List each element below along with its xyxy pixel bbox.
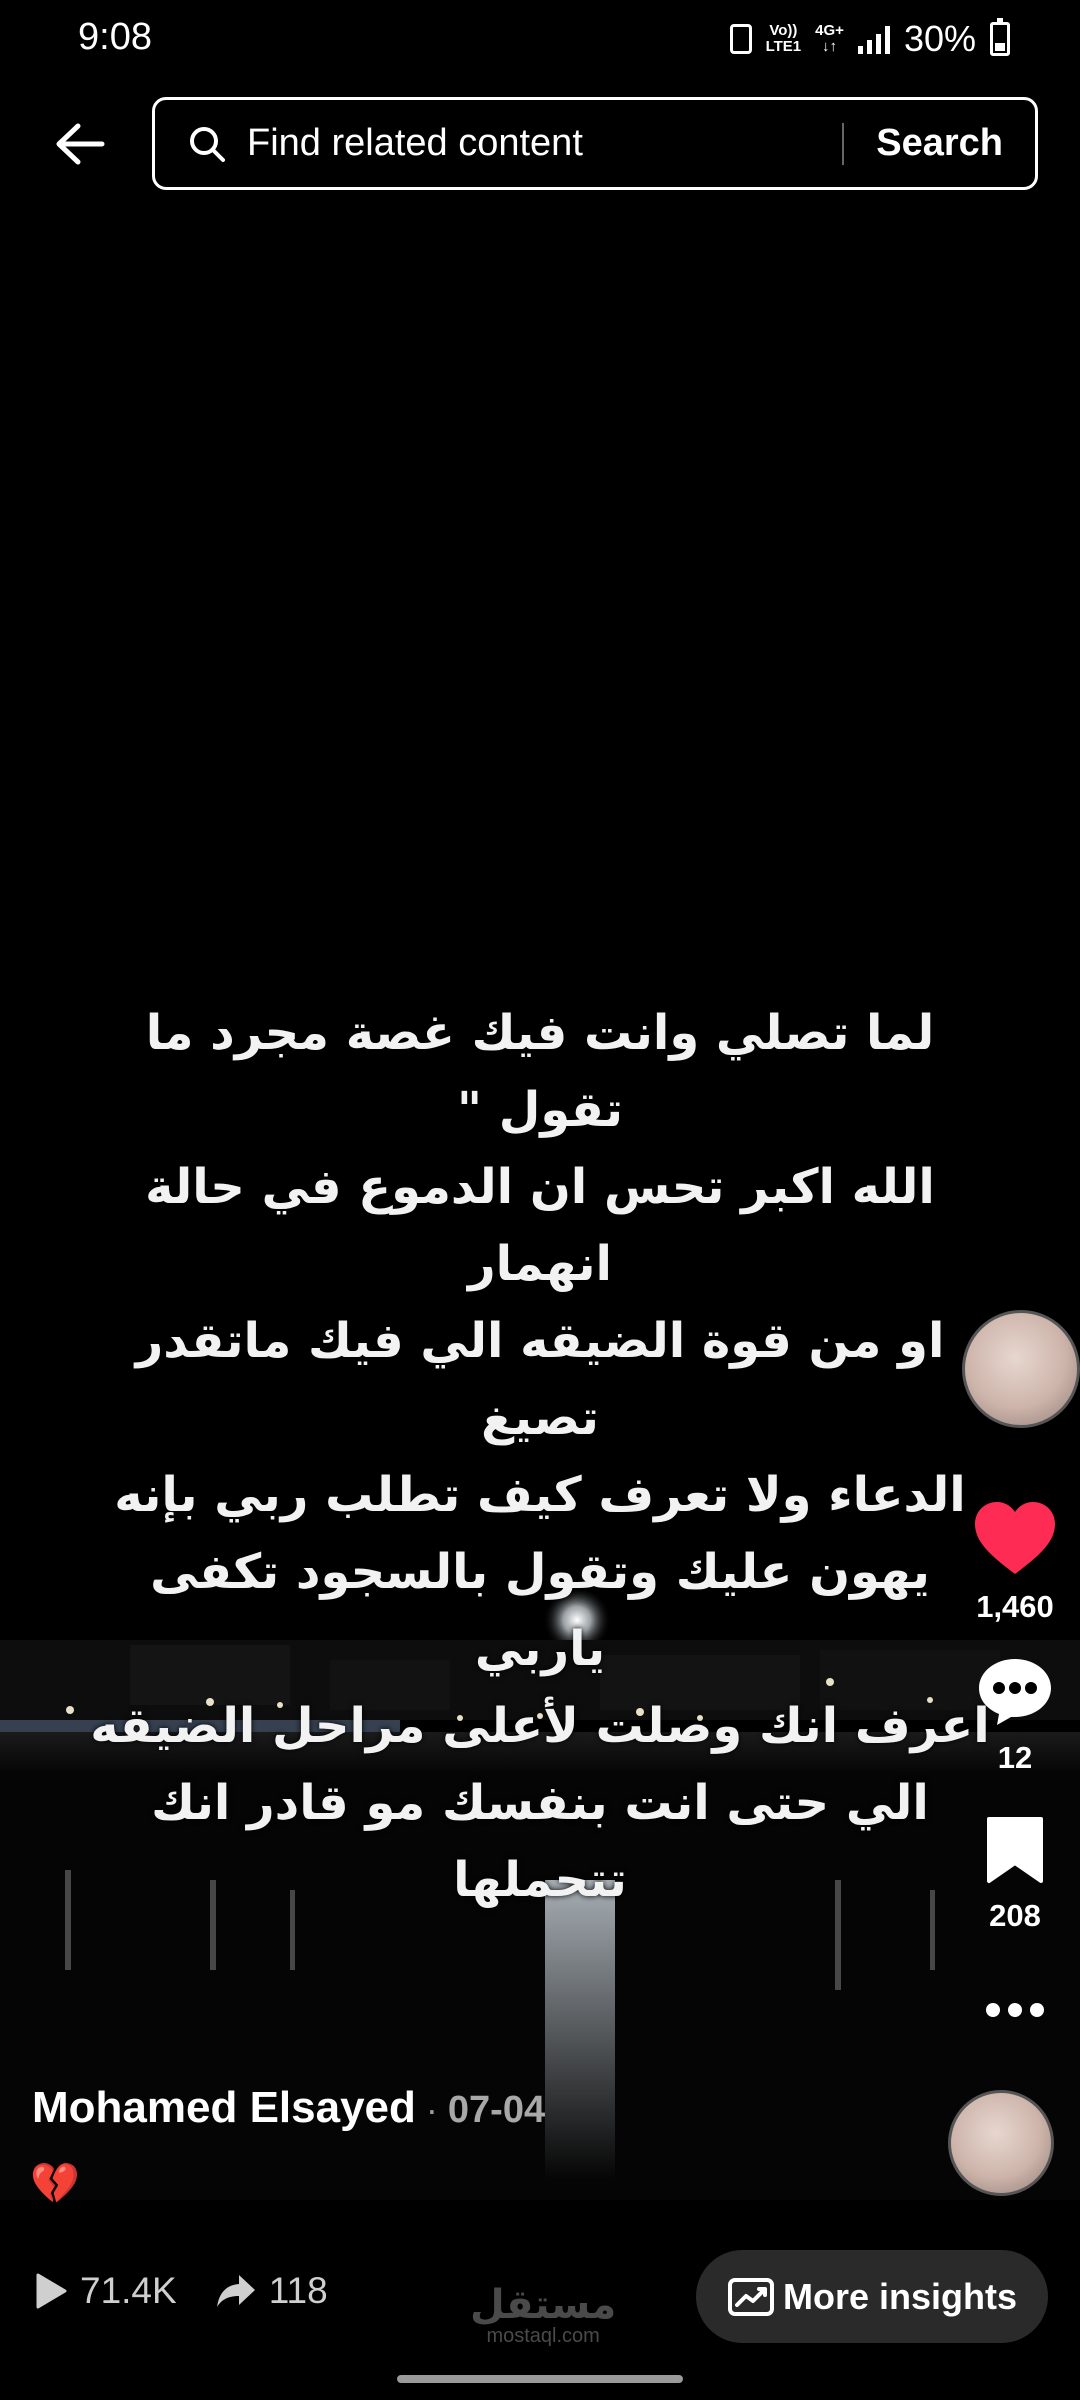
more-insights-label: More insights (782, 2275, 1018, 2317)
status-bar: 9:08 Vo)) LTE1 4G+ ↓↑ 30% (0, 0, 1080, 80)
watermark-latin: mostaql.com (486, 2325, 600, 2347)
post-description: 💔 (30, 2161, 80, 2207)
battery-percent: 30% (903, 18, 976, 59)
heart-icon (975, 1502, 1055, 1574)
author-row: Mohamed Elsayed · 07-04 (32, 2083, 545, 2133)
battery-icon (990, 18, 1010, 56)
caption-line: تتحملها (453, 1852, 627, 1908)
plays-stat: 71.4K (34, 2270, 177, 2312)
comment-count: 12 (997, 1740, 1033, 1775)
signal-icon (857, 24, 890, 54)
caption-line: الدعاء ولا تعرف كيف تطلب ربي بإنه (114, 1467, 966, 1523)
data-top: 4G+ (815, 22, 844, 39)
search-input[interactable]: Find related content (247, 122, 842, 165)
play-icon (36, 2273, 67, 2309)
trend-chart-icon (727, 2277, 774, 2316)
bookmark-icon (987, 1817, 1043, 1883)
status-icons: Vo)) LTE1 4G+ ↓↑ 30% (729, 18, 1010, 60)
back-arrow-icon (56, 123, 105, 165)
sync-icon (729, 24, 752, 54)
shares-stat: 118 (215, 2270, 328, 2312)
status-time: 9:08 (78, 16, 152, 58)
home-indicator[interactable] (397, 2375, 683, 2383)
post-date: 07-04 (447, 2089, 546, 2131)
caption-line: او من قوة الضيقه الي فيك ماتقدر تصيغ (135, 1313, 945, 1446)
caption-line: الله اكبر تحس ان الدموع في حالة انهمار (145, 1159, 935, 1292)
search-divider (842, 122, 845, 165)
network-top: Vo)) (769, 22, 798, 39)
data-bottom: ↓↑ (822, 38, 838, 55)
caption-line: لما تصلي وانت فيك غصة مجرد ما تقول " (145, 1005, 935, 1138)
network-bottom: LTE1 (765, 38, 802, 55)
caption-line: اعرف انك وصلت لأعلى مراحل الضيقه (90, 1698, 990, 1754)
search-icon (190, 126, 225, 162)
bookmark-button[interactable]: 208 (950, 1815, 1080, 1934)
search-button[interactable]: Search (876, 122, 1003, 165)
like-count: 1,460 (976, 1589, 1054, 1624)
more-dots-icon (986, 2003, 1044, 2017)
comment-icon (979, 1659, 1051, 1725)
avatar[interactable] (948, 2090, 1054, 2196)
bookmark-count: 208 (989, 1898, 1041, 1933)
more-insights-button[interactable]: More insights (696, 2250, 1048, 2343)
like-button[interactable]: 1,460 (950, 1500, 1080, 1625)
back-button[interactable] (44, 108, 116, 180)
caption-line: الي حتى انت بنفسك مو قادر انك (151, 1775, 929, 1831)
watermark-arabic: مستقل (470, 2282, 617, 2328)
share-count: 118 (268, 2270, 328, 2311)
author-name[interactable]: Mohamed Elsayed (32, 2083, 416, 2133)
separator: · (425, 2089, 438, 2130)
video-player[interactable]: لما تصلي وانت فيك غصة مجرد ما تقول " الل… (0, 200, 1080, 2200)
watermark: مستقل mostaql.com (470, 2285, 616, 2348)
data-indicator: 4G+ ↓↑ (815, 23, 844, 55)
search-bar[interactable]: Find related content Search (152, 97, 1038, 190)
video-caption: لما تصلي وانت فيك غصة مجرد ما تقول " الل… (90, 995, 990, 1919)
caption-line: يهون عليك وتقول بالسجود تكفى ياربي (150, 1544, 930, 1677)
stats-row: 71.4K 118 (34, 2270, 352, 2312)
volte-indicator: Vo)) LTE1 (766, 23, 802, 55)
more-options-button[interactable] (950, 2000, 1080, 2025)
sound-disc[interactable] (962, 1310, 1080, 1428)
play-count: 71.4K (80, 2270, 177, 2311)
comment-button[interactable]: 12 (950, 1655, 1080, 1776)
share-icon (216, 2275, 255, 2307)
